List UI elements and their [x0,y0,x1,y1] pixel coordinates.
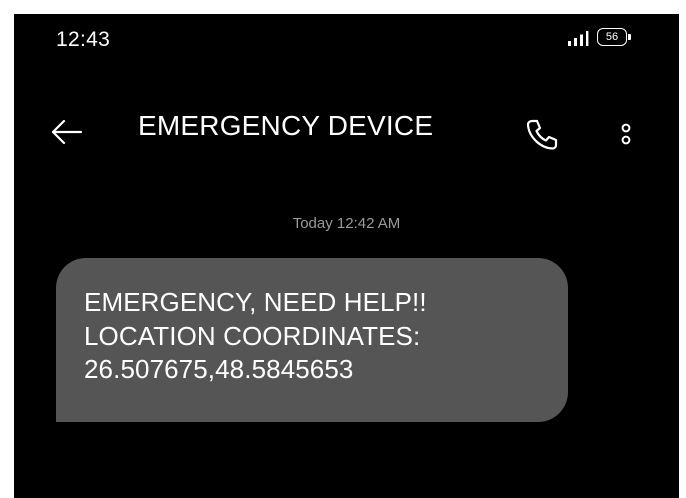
signal-bars-icon [568,31,589,46]
message-line: 26.507675,48.5845653 [84,354,354,384]
incoming-message-bubble[interactable]: EMERGENCY, NEED HELP!! LOCATION COORDINA… [56,258,568,422]
call-button[interactable] [519,112,563,156]
messaging-screen: 12:43 56 EMERGENCY DEVICE Today 12:42 AM… [14,14,679,498]
battery-tip [628,34,631,40]
battery-level: 56 [605,31,619,43]
status-bar: 12:43 56 [14,14,679,64]
status-time: 12:43 [56,28,111,51]
back-arrow-icon [51,119,83,145]
phone-icon [526,119,558,150]
message-timestamp: Today 12:42 AM [292,215,401,232]
app-bar: EMERGENCY DEVICE [14,94,679,164]
more-options-button[interactable] [604,112,648,156]
back-button[interactable] [47,112,87,152]
battery-icon: 56 [597,28,633,48]
conversation-title: EMERGENCY DEVICE [138,110,434,141]
message-line: LOCATION COORDINATES: [84,320,421,351]
message-line: EMERGENCY, NEED HELP!! [84,287,427,317]
more-vertical-icon [621,123,631,145]
